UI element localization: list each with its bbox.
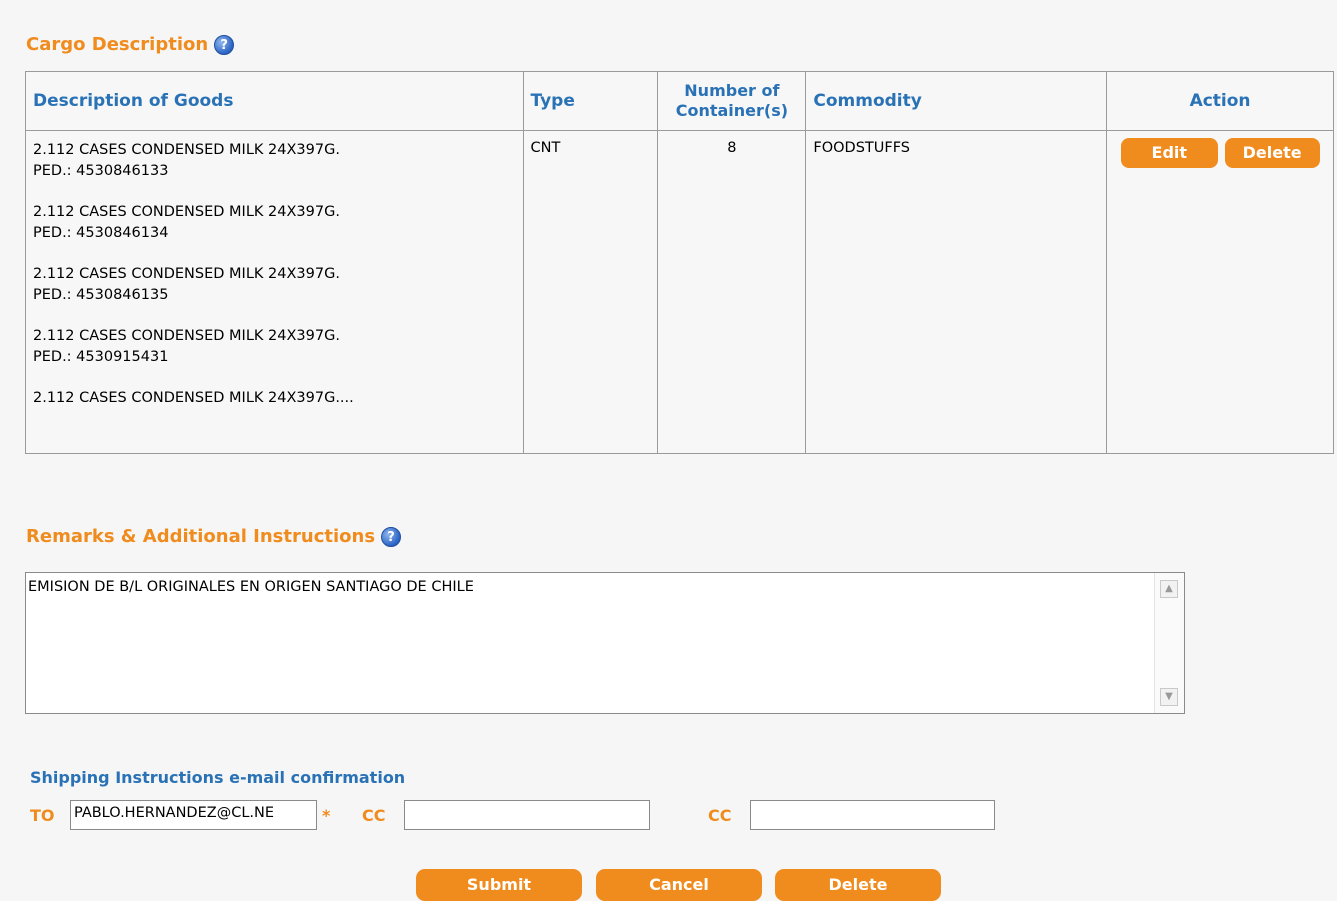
scroll-down-icon[interactable]: ▼: [1160, 688, 1178, 706]
to-label: TO: [30, 806, 55, 825]
remarks-scrollbar[interactable]: ▲ ▼: [1154, 573, 1184, 713]
goods-entry: 2.112 CASES CONDENSED MILK 24X397G. PED.…: [33, 266, 340, 303]
to-email-field[interactable]: PABLO.HERNANDEZ@CL.NE: [70, 800, 317, 830]
required-marker: *: [322, 806, 331, 825]
cargo-table: Description of Goods Type Number of Cont…: [25, 71, 1334, 454]
help-icon[interactable]: ?: [381, 526, 402, 547]
edit-button[interactable]: Edit: [1120, 138, 1219, 168]
column-header-action: Action: [1106, 71, 1334, 131]
cc2-email-field[interactable]: [750, 800, 995, 830]
column-header-commodity: Commodity: [805, 71, 1108, 131]
remarks-textarea[interactable]: EMISION DE B/L ORIGINALES EN ORIGEN SANT…: [25, 572, 1185, 714]
help-icon[interactable]: ?: [214, 34, 235, 55]
type-cell: CNT: [522, 130, 659, 454]
cargo-description-label: Cargo Description: [26, 34, 209, 55]
cc2-label: CC: [708, 806, 732, 825]
cc1-email-field[interactable]: [404, 800, 650, 830]
submit-button[interactable]: Submit: [416, 869, 582, 901]
goods-entry: 2.112 CASES CONDENSED MILK 24X397G. PED.…: [33, 142, 340, 179]
column-header-containers-label: Number of Container(s): [675, 81, 789, 120]
cargo-table-header: Description of Goods Type Number of Cont…: [25, 71, 1334, 131]
goods-entry: 2.112 CASES CONDENSED MILK 24X397G. PED.…: [33, 204, 340, 241]
containers-cell: 8: [657, 130, 807, 454]
goods-entry: 2.112 CASES CONDENSED MILK 24X397G. PED.…: [33, 328, 340, 365]
column-header-description: Description of Goods: [25, 71, 524, 131]
remarks-text: EMISION DE B/L ORIGINALES EN ORIGEN SANT…: [28, 579, 474, 595]
commodity-cell: FOODSTUFFS: [805, 130, 1108, 454]
delete-row-button[interactable]: Delete: [1224, 138, 1320, 168]
cancel-button[interactable]: Cancel: [596, 869, 762, 901]
table-row: 2.112 CASES CONDENSED MILK 24X397G. PED.…: [25, 130, 1334, 454]
goods-entry: 2.112 CASES CONDENSED MILK 24X397G....: [33, 390, 354, 406]
delete-button[interactable]: Delete: [775, 869, 941, 901]
scroll-up-icon[interactable]: ▲: [1160, 580, 1178, 598]
email-confirmation-title: Shipping Instructions e-mail confirmatio…: [30, 768, 406, 787]
goods-description-cell: 2.112 CASES CONDENSED MILK 24X397G. PED.…: [25, 130, 524, 454]
column-header-type: Type: [522, 71, 659, 131]
remarks-title: Remarks & Additional Instructions ?: [26, 526, 402, 547]
column-header-containers: Number of Container(s): [657, 71, 807, 131]
cargo-description-title: Cargo Description ?: [26, 34, 235, 55]
action-cell: Edit Delete: [1106, 130, 1334, 454]
remarks-label: Remarks & Additional Instructions: [26, 526, 376, 547]
cc1-label: CC: [362, 806, 386, 825]
